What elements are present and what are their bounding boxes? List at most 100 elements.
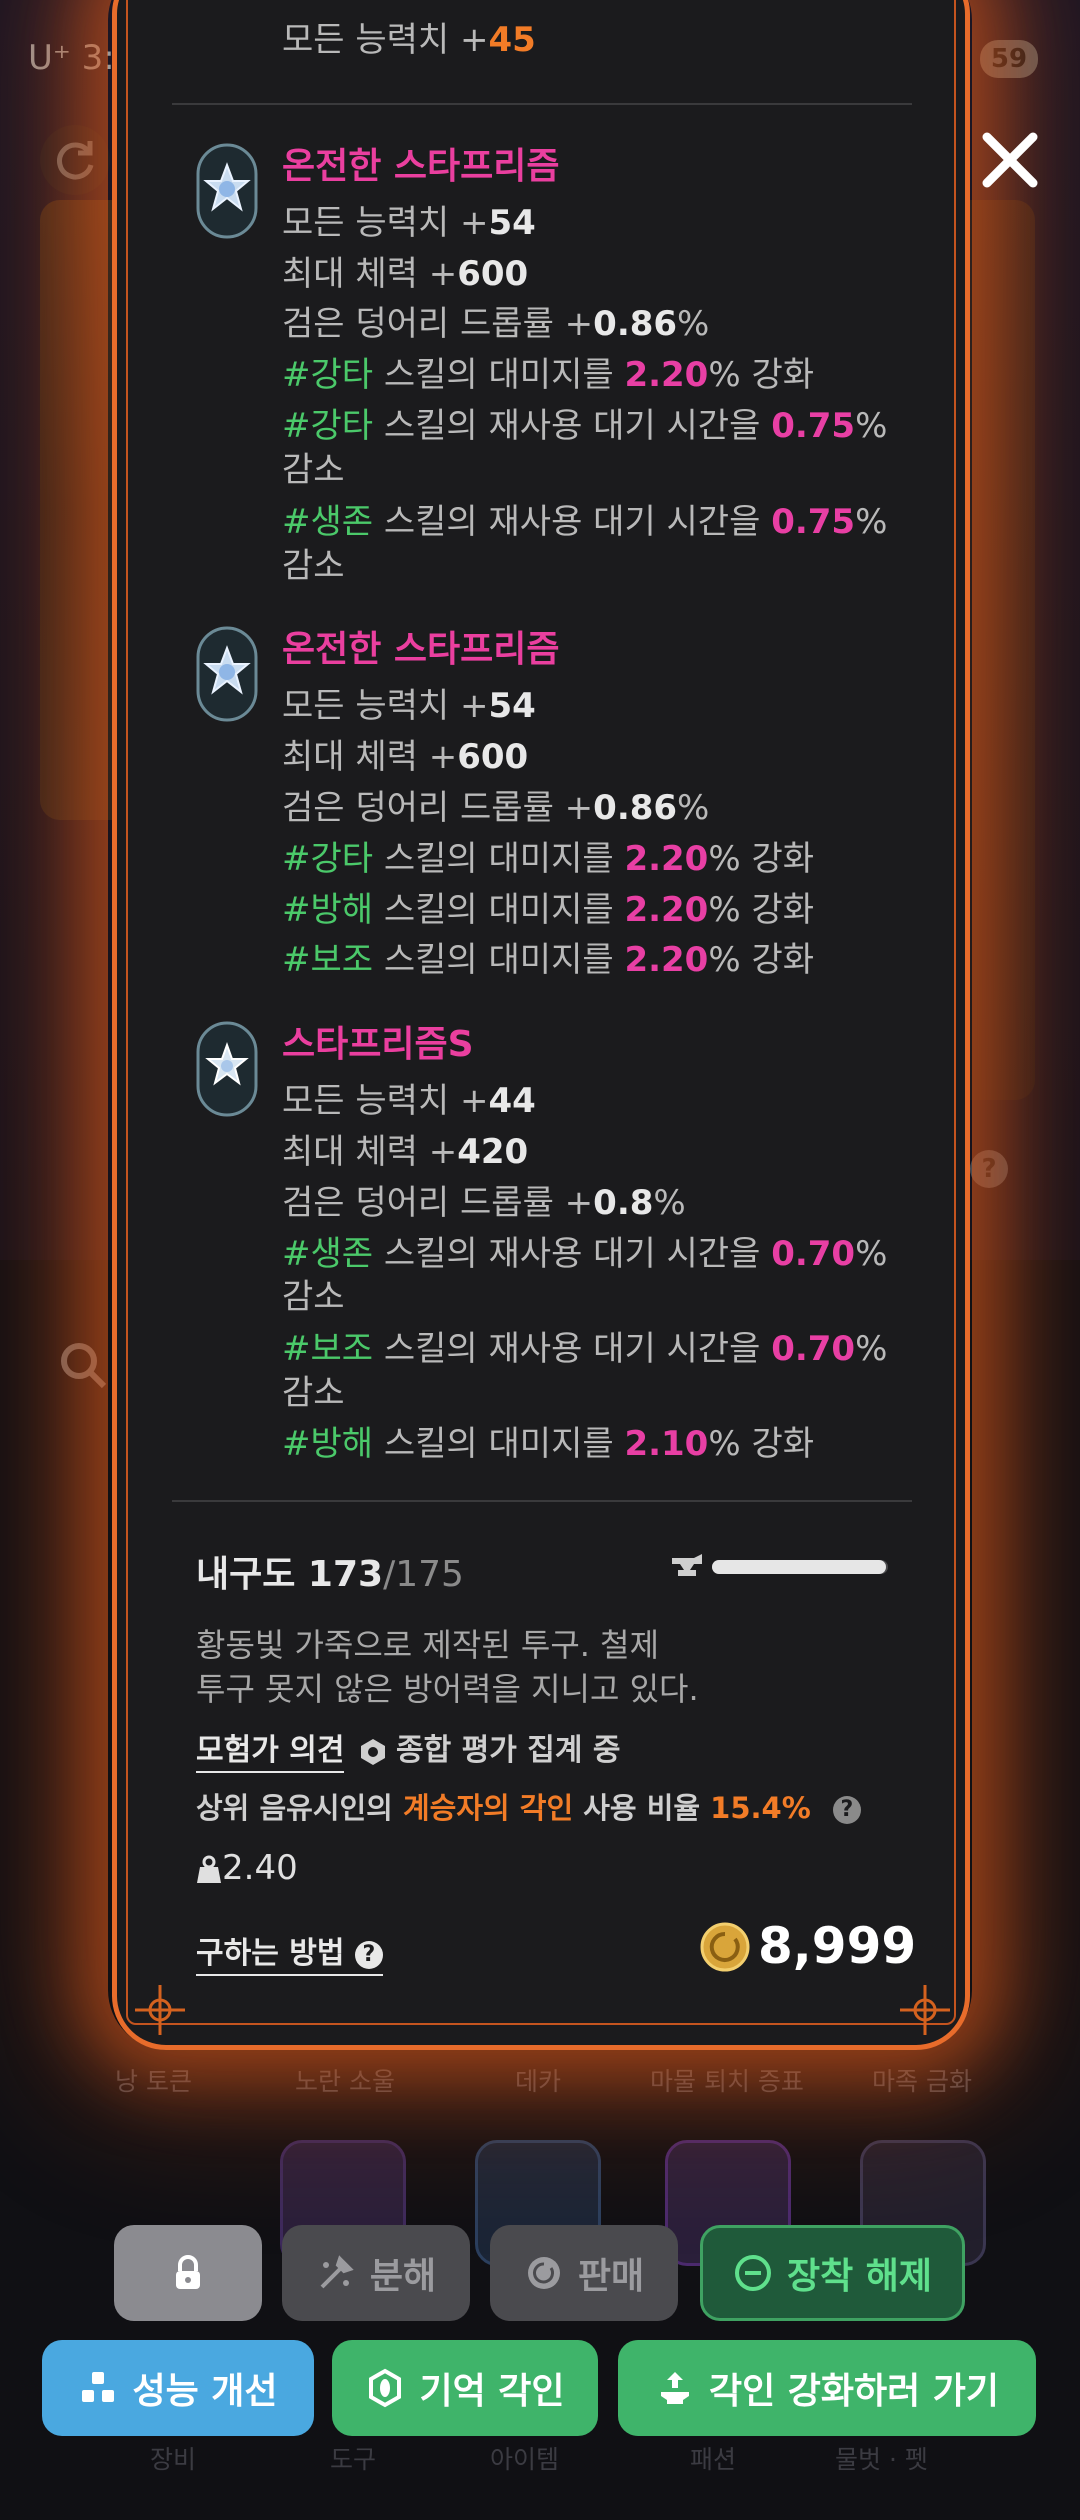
close-icon[interactable] [975, 125, 1045, 195]
top-partial-stat: 모든 능력치 +45 [282, 20, 536, 60]
bg-nav-item[interactable]: 물벗 · 펫 [835, 2440, 928, 2476]
gem-effect: #강타 스킬의 대미지를 2.20% 강화 [282, 839, 814, 879]
improve-performance-button[interactable]: 성능 개선 [42, 2340, 314, 2436]
effect-tag: #방해 [282, 1424, 374, 1464]
effect-suffix: % [855, 1329, 888, 1369]
help-icon: ? [354, 1940, 383, 1969]
effect-value: 2.20 [624, 940, 709, 980]
effect-suffix: % [855, 406, 888, 446]
stat-label: 최대 체력 + [282, 1132, 458, 1172]
battery-indicator: 59 [980, 40, 1038, 78]
usage-ratio: 상위 음유시인의 계승자의 각인 사용 비율 15.4% ? [196, 1785, 861, 1827]
effect-text: 스킬의 대미지를 [373, 940, 625, 980]
bg-nav-item[interactable]: 아이템 [490, 2440, 559, 2476]
stat-value: 0.8 [593, 1183, 654, 1223]
usage-highlight: 계승자의 각인 [402, 1791, 574, 1825]
stat-label: 최대 체력 + [282, 737, 458, 777]
bg-nav-item[interactable]: 도구 [330, 2440, 376, 2476]
stat-label: 모든 능력치 + [282, 1081, 489, 1121]
effect-tag: #강타 [282, 355, 374, 395]
adventurer-opinion-link[interactable]: 모험가 의견 [196, 1725, 345, 1773]
go-engrave-label: 각인 강화하러 가기 [708, 2371, 1000, 2412]
star-prism-s-gem-icon [196, 1021, 258, 1117]
divider [172, 1500, 912, 1502]
gem-effect: #보조 스킬의 대미지를 2.20% 강화 [282, 940, 814, 980]
sell-button[interactable]: 판매 [490, 2225, 678, 2321]
gem-effect: #강타 스킬의 재사용 대기 시간을 0.75% [282, 406, 887, 446]
bg-nav-item[interactable]: 장비 [150, 2440, 196, 2476]
stat-value: 600 [457, 254, 529, 294]
gem-stat: 모든 능력치 +54 [282, 203, 536, 243]
effect-value: 2.20 [624, 839, 709, 879]
gem-effect: #보조 스킬의 재사용 대기 시간을 0.70% [282, 1329, 887, 1369]
usage-prefix: 상위 음유시인의 [196, 1791, 403, 1825]
stat-value: 44 [488, 1081, 536, 1121]
engrave-icon [369, 2368, 402, 2408]
gem-effect: #방해 스킬의 대미지를 2.10% 강화 [282, 1424, 814, 1464]
effect-text: 스킬의 재사용 대기 시간을 [373, 1329, 772, 1369]
effect-text: 스킬의 대미지를 [373, 839, 625, 879]
durability-text: 내구도 [196, 1554, 308, 1595]
anvil-upgrade-icon [660, 2372, 689, 2404]
memory-engrave-label: 기억 각인 [419, 2371, 565, 2412]
stat-suffix: % [677, 788, 710, 828]
usage-percent: 15.4% [710, 1791, 811, 1825]
stat-label: 최대 체력 + [282, 254, 458, 294]
stat-label: 모든 능력치 + [282, 20, 489, 60]
rating-status: 종합 평가 집계 중 [358, 1725, 621, 1769]
disassemble-label: 분해 [369, 2256, 437, 2297]
effect-value: 0.70 [771, 1234, 856, 1274]
stat-value: 54 [488, 203, 536, 243]
gem-effect: #생존 스킬의 재사용 대기 시간을 0.75% [282, 502, 887, 542]
bg-nav-item[interactable]: 패션 [690, 2440, 736, 2476]
disassemble-button[interactable]: 분해 [282, 2225, 470, 2321]
go-engrave-button[interactable]: 각인 강화하러 가기 [618, 2340, 1036, 2436]
effect-tag: #강타 [282, 406, 374, 446]
bg-label: 노란 소울 [295, 2067, 395, 2096]
gem-effect: #방해 스킬의 대미지를 2.20% 강화 [282, 890, 814, 930]
stat-label: 모든 능력치 + [282, 686, 489, 726]
gem-effect: #생존 스킬의 재사용 대기 시간을 0.70% [282, 1234, 887, 1274]
star-prism-gem-icon [196, 626, 258, 722]
item-weight: 2.40 [196, 1848, 298, 1888]
gem-stat: 최대 체력 +600 [282, 254, 528, 294]
bg-label: 마족 금화 [872, 2067, 972, 2096]
durability-label: 내구도 173/175 [196, 1545, 464, 1597]
effect-value: 0.75 [771, 406, 856, 446]
corner-ornament [135, 1985, 185, 2035]
lock-icon [176, 2255, 200, 2289]
effect-tag: #보조 [282, 1329, 374, 1369]
lock-button[interactable] [114, 2225, 262, 2321]
refresh-button[interactable] [40, 125, 110, 195]
bg-label: 낭 토큰 [115, 2067, 192, 2096]
effect-text: 스킬의 재사용 대기 시간을 [373, 502, 772, 542]
effect-tag: #강타 [282, 839, 374, 879]
corner-ornament [900, 1985, 950, 2035]
stat-suffix: % [653, 1183, 686, 1223]
disassemble-icon [320, 2255, 354, 2289]
stat-label: 검은 덩어리 드롭률 + [282, 304, 594, 344]
usage-middle: 사용 비율 [573, 1791, 711, 1825]
star-prism-gem-icon [196, 143, 258, 239]
memory-engrave-button[interactable]: 기억 각인 [332, 2340, 598, 2436]
help-icon[interactable]: ? [832, 1796, 861, 1824]
coin-icon [527, 2257, 560, 2289]
stat-value: 0.86 [593, 304, 678, 344]
divider [172, 103, 912, 105]
help-icon[interactable]: ? [970, 1150, 1008, 1188]
search-icon[interactable] [58, 1340, 108, 1390]
how-to-get-link[interactable]: 구하는 방법 ? [196, 1928, 383, 1976]
effect-value: 2.20 [624, 355, 709, 395]
gem-stat: 최대 체력 +600 [282, 737, 528, 777]
weight-value: 2.40 [222, 1848, 298, 1888]
item-description: 투구 못지 않은 방어력을 지니고 있다. [196, 1670, 699, 1708]
effect-suffix: % 강화 [708, 940, 815, 980]
rating-text: 종합 평가 집계 중 [396, 1733, 621, 1768]
effect-value: 0.70 [771, 1329, 856, 1369]
item-description: 황동빛 가죽으로 제작된 투구. 철제 [196, 1626, 660, 1664]
gem-stat: 모든 능력치 +44 [282, 1081, 536, 1121]
effect-line2: 감소 [282, 1373, 345, 1413]
unequip-button[interactable]: 장착 해제 [700, 2225, 965, 2321]
stat-value: 0.86 [593, 788, 678, 828]
stat-label: 모든 능력치 + [282, 203, 489, 243]
